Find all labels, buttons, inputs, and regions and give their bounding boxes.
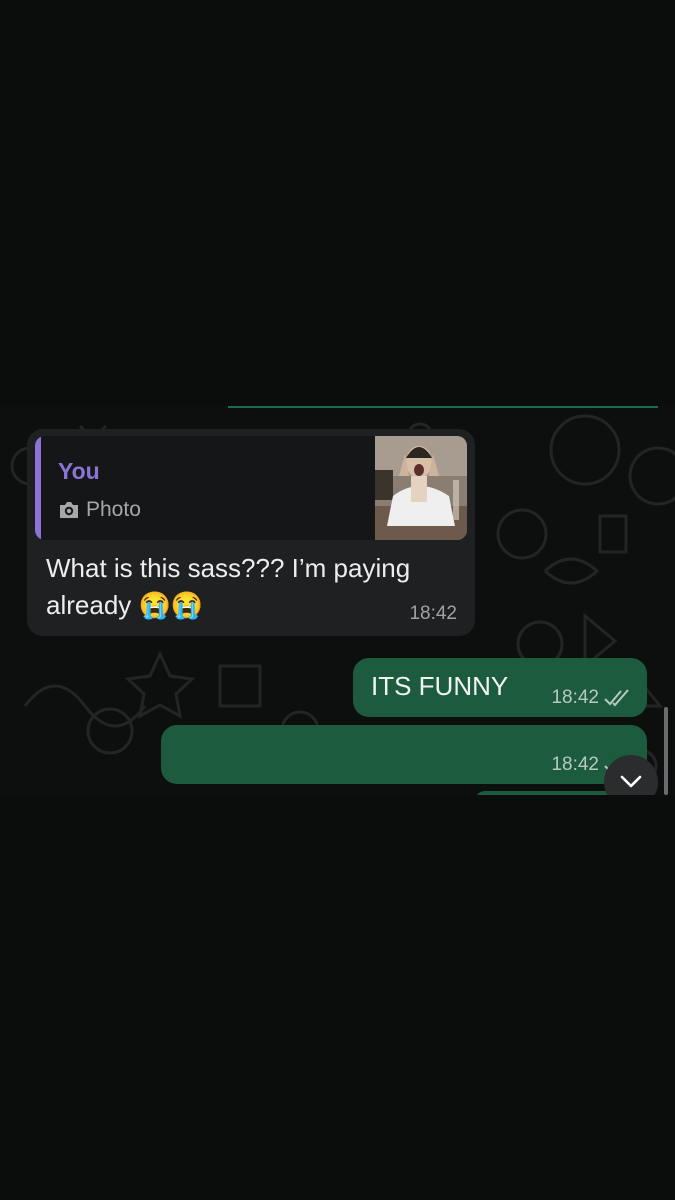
reply-author: You bbox=[58, 458, 100, 484]
reply-type-label: Photo bbox=[86, 498, 141, 521]
outgoing-message-text: ITS FUNNY bbox=[371, 671, 509, 701]
scrollbar[interactable] bbox=[664, 707, 668, 795]
reply-preview[interactable]: You Photo bbox=[35, 436, 467, 540]
reply-type: Photo bbox=[58, 498, 141, 522]
reply-accent-bar bbox=[35, 436, 41, 540]
outgoing-message-bubble[interactable]: ITS FUNNY 18:42 bbox=[353, 658, 647, 717]
outgoing-message-time: 18:42 bbox=[551, 754, 599, 775]
double-check-icon bbox=[604, 689, 629, 707]
outgoing-message-meta: 18:42 bbox=[551, 687, 631, 709]
incoming-message-text: What is this sass??? I’m paying already … bbox=[46, 553, 411, 620]
photo-thumbnail-image bbox=[375, 436, 467, 540]
outgoing-message-bubble[interactable]: 18:42 bbox=[161, 725, 647, 784]
chat-area[interactable]: You Photo What is this sass??? I’m payin… bbox=[0, 406, 675, 795]
previous-message-edge bbox=[228, 406, 658, 408]
chevron-down-icon bbox=[620, 775, 642, 788]
reply-photo-thumbnail bbox=[375, 436, 467, 540]
incoming-message-bubble[interactable]: You Photo What is this sass??? I’m payin… bbox=[27, 429, 475, 636]
screen: You Photo What is this sass??? I’m payin… bbox=[0, 0, 675, 1200]
outgoing-message-time: 18:42 bbox=[551, 687, 599, 708]
camera-icon bbox=[60, 502, 78, 518]
incoming-message-time: 18:42 bbox=[409, 603, 457, 624]
